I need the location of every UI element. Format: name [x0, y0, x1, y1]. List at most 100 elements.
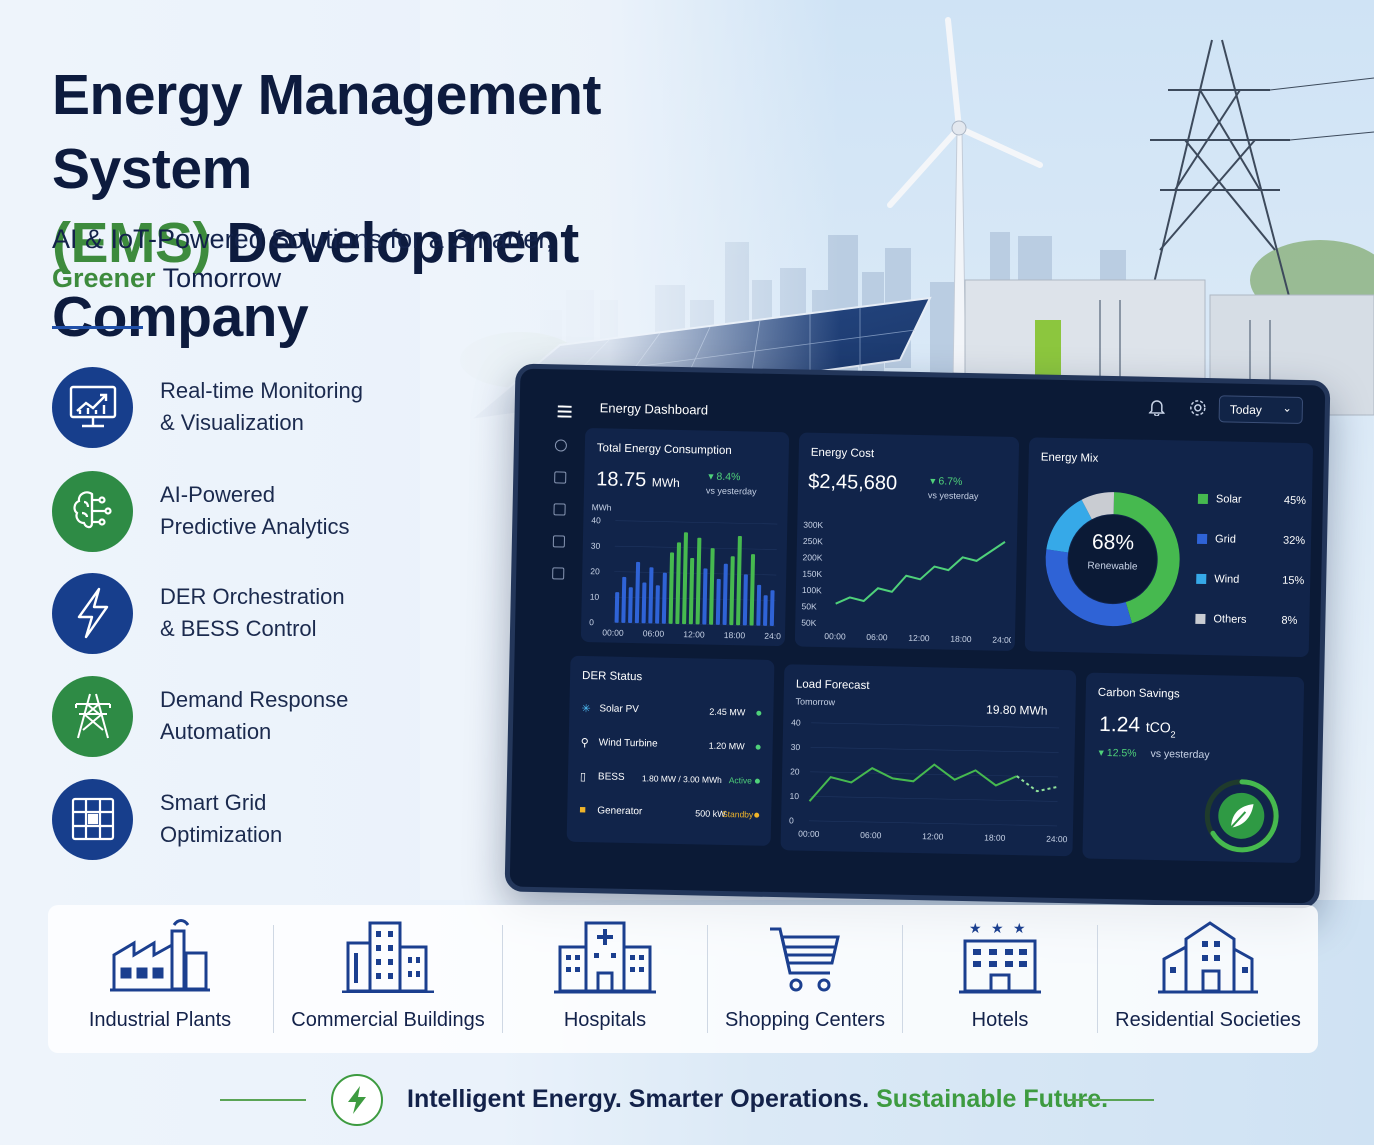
- power-tower-icon: [52, 675, 133, 757]
- generator-icon: ■: [579, 803, 587, 817]
- consumption-unit: MWh: [651, 475, 680, 490]
- settings-icon[interactable]: [552, 567, 565, 580]
- industry-commercial-buildings[interactable]: Commercial Buildings: [274, 905, 502, 1053]
- feature-line-1: Smart Grid: [160, 790, 267, 815]
- feature-line-2: Automation: [160, 719, 272, 744]
- feature-smart-grid: Smart Grid Optimization: [52, 778, 390, 860]
- y-tick-label: 50K: [801, 618, 817, 628]
- feature-line-2: & Visualization: [160, 410, 304, 435]
- cost-line-chart: 300K 250K 200K 150K 100K 50K 50K 00:00 06:00 12:0…: [801, 520, 1013, 645]
- chart-icon[interactable]: [554, 471, 567, 484]
- industries-strip: Industrial Plants Commercial Buildings H…: [48, 905, 1318, 1053]
- edit-icon[interactable]: [553, 503, 566, 516]
- report-icon[interactable]: [552, 535, 566, 548]
- donut-hole: [1068, 515, 1157, 604]
- industry-label: Shopping Centers: [724, 1009, 886, 1031]
- subtitle-line-1: AI & IoT-Powered Solutions for a Smarter…: [52, 224, 554, 254]
- dashboard-title: Energy Dashboard: [599, 400, 709, 418]
- y-tick-label: 40: [791, 717, 801, 727]
- carbon-title: Carbon Savings: [1097, 686, 1180, 701]
- bar: [661, 572, 667, 624]
- der-row-wind: ⚲ Wind Turbine 1.20 MW: [580, 736, 764, 760]
- bar: [682, 532, 688, 625]
- bar: [655, 585, 660, 624]
- industry-residential-societies[interactable]: Residential Societies: [1098, 905, 1318, 1053]
- y-tick-label: 0: [789, 815, 794, 825]
- forecast-line-chart: 40 30 20 10 0 00:00 06:00 12:00 18:00 24:00: [789, 717, 1068, 844]
- forecast-value: 19.80 MWh: [985, 702, 1048, 718]
- der-state: Active: [728, 775, 753, 786]
- x-tick-label: 12:00: [908, 633, 930, 643]
- legend-name: Others: [1213, 613, 1247, 626]
- consumption-delta-value: 8.4%: [716, 470, 741, 484]
- chevron-down-icon: ⌄: [1282, 402, 1292, 415]
- load-forecast-card: Load Forecast Tomorrow 19.80 MWh 40 30 20 1…: [780, 664, 1077, 857]
- bar: [648, 567, 654, 624]
- industry-hospitals[interactable]: Hospitals: [503, 905, 707, 1053]
- y-tick-label: 20: [790, 766, 800, 776]
- actual-load-line: [808, 763, 1018, 802]
- industry-hotels[interactable]: ★ ★ ★ Hotels: [903, 905, 1097, 1053]
- gear-icon[interactable]: [1189, 399, 1207, 417]
- consumption-delta-note: vs yesterday: [705, 485, 757, 497]
- x-tick-label: 18:00: [950, 634, 972, 644]
- status-dot: [755, 744, 761, 750]
- svg-text:★: ★: [991, 921, 1004, 937]
- period-select[interactable]: Today ⌄: [1218, 395, 1304, 425]
- tagline: Intelligent Energy. Smarter Operations. …: [407, 1085, 1108, 1114]
- der-name: Wind Turbine: [598, 737, 658, 750]
- consumption-bar-chart: 40 30 20 10 0 00:00 06:00 12:00 18:00 24:00: [589, 515, 783, 641]
- legend-swatch: [1195, 613, 1206, 625]
- bar: [695, 537, 702, 625]
- tagline-rule-left: [220, 1099, 306, 1101]
- x-tick-label: 12:00: [922, 831, 944, 841]
- x-tick-label: 06:00: [643, 628, 665, 638]
- y-tick-label: 150K: [802, 569, 822, 579]
- status-dot: [754, 778, 760, 784]
- feature-ai-analytics: AI-Powered Predictive Analytics: [52, 470, 390, 552]
- status-dot: [756, 710, 762, 716]
- tagline-part-1: Intelligent Energy. Smarter Operations.: [407, 1085, 870, 1113]
- energy-mix-title: Energy Mix: [1040, 451, 1099, 465]
- x-tick-label: 00:00: [602, 627, 624, 637]
- legend-wind: Wind 15%: [1196, 573, 1304, 587]
- industry-shopping-centers[interactable]: Shopping Centers: [708, 905, 902, 1053]
- home-icon[interactable]: [554, 439, 568, 452]
- period-value: Today: [1229, 402, 1262, 418]
- sidebar-nav: [552, 439, 571, 580]
- lightning-circle-icon: [331, 1074, 383, 1126]
- industry-label: Commercial Buildings: [291, 1009, 485, 1031]
- legend-solar: Solar 45%: [1197, 493, 1306, 507]
- wind-turbine-icon: ⚲: [580, 736, 589, 750]
- x-tick-label: 24:00: [992, 635, 1013, 645]
- legend-name: Grid: [1214, 533, 1236, 546]
- forecast-title: Load Forecast: [795, 678, 870, 693]
- feature-der-orchestration: DER Orchestration & BESS Control: [52, 572, 390, 654]
- feature-line-1: Real-time Monitoring: [160, 378, 363, 403]
- factory-icon: [110, 919, 210, 992]
- carbon-value: 1.24: [1098, 712, 1141, 737]
- menu-icon[interactable]: [557, 405, 572, 418]
- cost-delta-value: 6.7%: [938, 475, 963, 488]
- bar: [675, 542, 682, 624]
- carbon-unit-subscript: 2: [1170, 729, 1176, 740]
- subtitle-green-word: Greener: [52, 263, 156, 293]
- der-name: Solar PV: [599, 703, 639, 716]
- bell-icon[interactable]: [1148, 398, 1166, 417]
- consumption-card: Total Energy Consumption 18.75 MWh ▾ 8.4…: [580, 427, 790, 647]
- legend-pct: 8%: [1281, 614, 1298, 627]
- bar: [628, 587, 633, 623]
- y-tick-label: 10: [590, 592, 600, 602]
- carbon-delta-value: 12.5%: [1106, 746, 1137, 760]
- battery-icon: ▯: [579, 770, 587, 784]
- cost-card: Energy Cost $2,45,680 ▾ 6.7% vs yesterda…: [794, 432, 1020, 652]
- gridline: [615, 520, 778, 525]
- consumption-y-unit: MWh: [591, 502, 612, 513]
- der-name: BESS: [597, 771, 625, 783]
- cost-delta-note: vs yesterday: [927, 490, 979, 502]
- industry-industrial-plants[interactable]: Industrial Plants: [48, 905, 272, 1053]
- x-tick-label: 00:00: [824, 631, 846, 641]
- feature-line-1: AI-Powered: [160, 482, 275, 507]
- cost-line: [835, 541, 1006, 605]
- bar: [763, 595, 768, 626]
